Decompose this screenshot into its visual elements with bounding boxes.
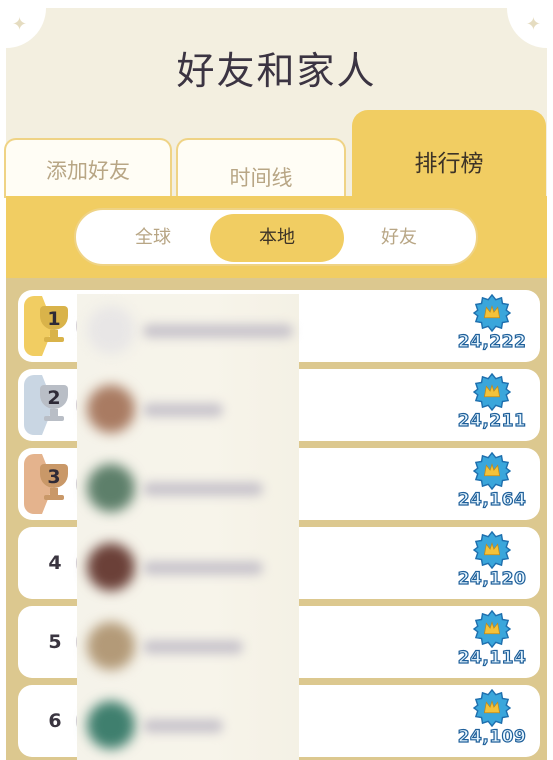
score-value: 24,120 xyxy=(457,568,527,589)
scope-global-button[interactable]: 全球 xyxy=(86,214,220,262)
player-name-redacted xyxy=(143,719,223,733)
leaf-ornament-icon: ✦ xyxy=(12,14,28,35)
avatar[interactable] xyxy=(87,385,135,433)
blue-star-medal-icon xyxy=(473,531,511,569)
leaf-ornament-icon: ✦ xyxy=(525,14,541,35)
rank-number: 6 xyxy=(48,710,62,732)
avatar[interactable] xyxy=(87,464,135,512)
blue-star-medal-icon xyxy=(473,610,511,648)
blue-star-medal-icon xyxy=(473,452,511,490)
score-block: 24,114 xyxy=(452,610,532,669)
player-name-redacted xyxy=(143,561,263,575)
scope-segmented-control: 全球 本地 好友 xyxy=(74,208,478,266)
rank-number: 2 xyxy=(47,387,61,409)
player-name-redacted xyxy=(143,640,243,654)
tab-timeline[interactable]: 时间线 xyxy=(176,138,346,198)
score-value: 24,109 xyxy=(457,726,527,747)
score-value: 24,222 xyxy=(457,331,527,352)
avatar[interactable] xyxy=(87,701,135,749)
score-block: 24,120 xyxy=(452,531,532,590)
tab-add-friend[interactable]: 添加好友 xyxy=(4,138,172,198)
bronze-trophy-icon: 3 xyxy=(36,464,72,504)
avatar[interactable] xyxy=(87,543,135,591)
rank-number: 3 xyxy=(47,466,61,488)
scope-local-button[interactable]: 本地 xyxy=(210,214,344,262)
player-name-redacted xyxy=(143,482,263,496)
scope-filter-bar: 全球 本地 好友 xyxy=(6,196,547,278)
score-block: 24,211 xyxy=(452,373,532,432)
player-name-redacted xyxy=(143,403,223,417)
rank-number: 1 xyxy=(47,308,61,330)
score-block: 24,164 xyxy=(452,452,532,511)
silver-trophy-icon: 2 xyxy=(36,385,72,425)
scope-friends-button[interactable]: 好友 xyxy=(332,214,466,262)
rank-number: 5 xyxy=(48,631,62,653)
avatar[interactable] xyxy=(87,306,135,354)
score-value: 24,164 xyxy=(457,489,527,510)
page-title: 好友和家人 xyxy=(176,49,377,93)
avatar[interactable] xyxy=(87,622,135,670)
tab-leaderboard[interactable]: 排行榜 xyxy=(352,110,546,200)
score-value: 24,114 xyxy=(457,647,527,668)
rank-number: 4 xyxy=(48,552,62,574)
score-block: 24,109 xyxy=(452,689,532,748)
gold-trophy-icon: 1 xyxy=(36,306,72,346)
privacy-blur-overlay xyxy=(77,294,299,760)
blue-star-medal-icon xyxy=(473,294,511,332)
score-block: 24,222 xyxy=(452,294,532,353)
score-value: 24,211 xyxy=(457,410,527,431)
player-name-redacted xyxy=(143,324,293,338)
blue-star-medal-icon xyxy=(473,373,511,411)
blue-star-medal-icon xyxy=(473,689,511,727)
